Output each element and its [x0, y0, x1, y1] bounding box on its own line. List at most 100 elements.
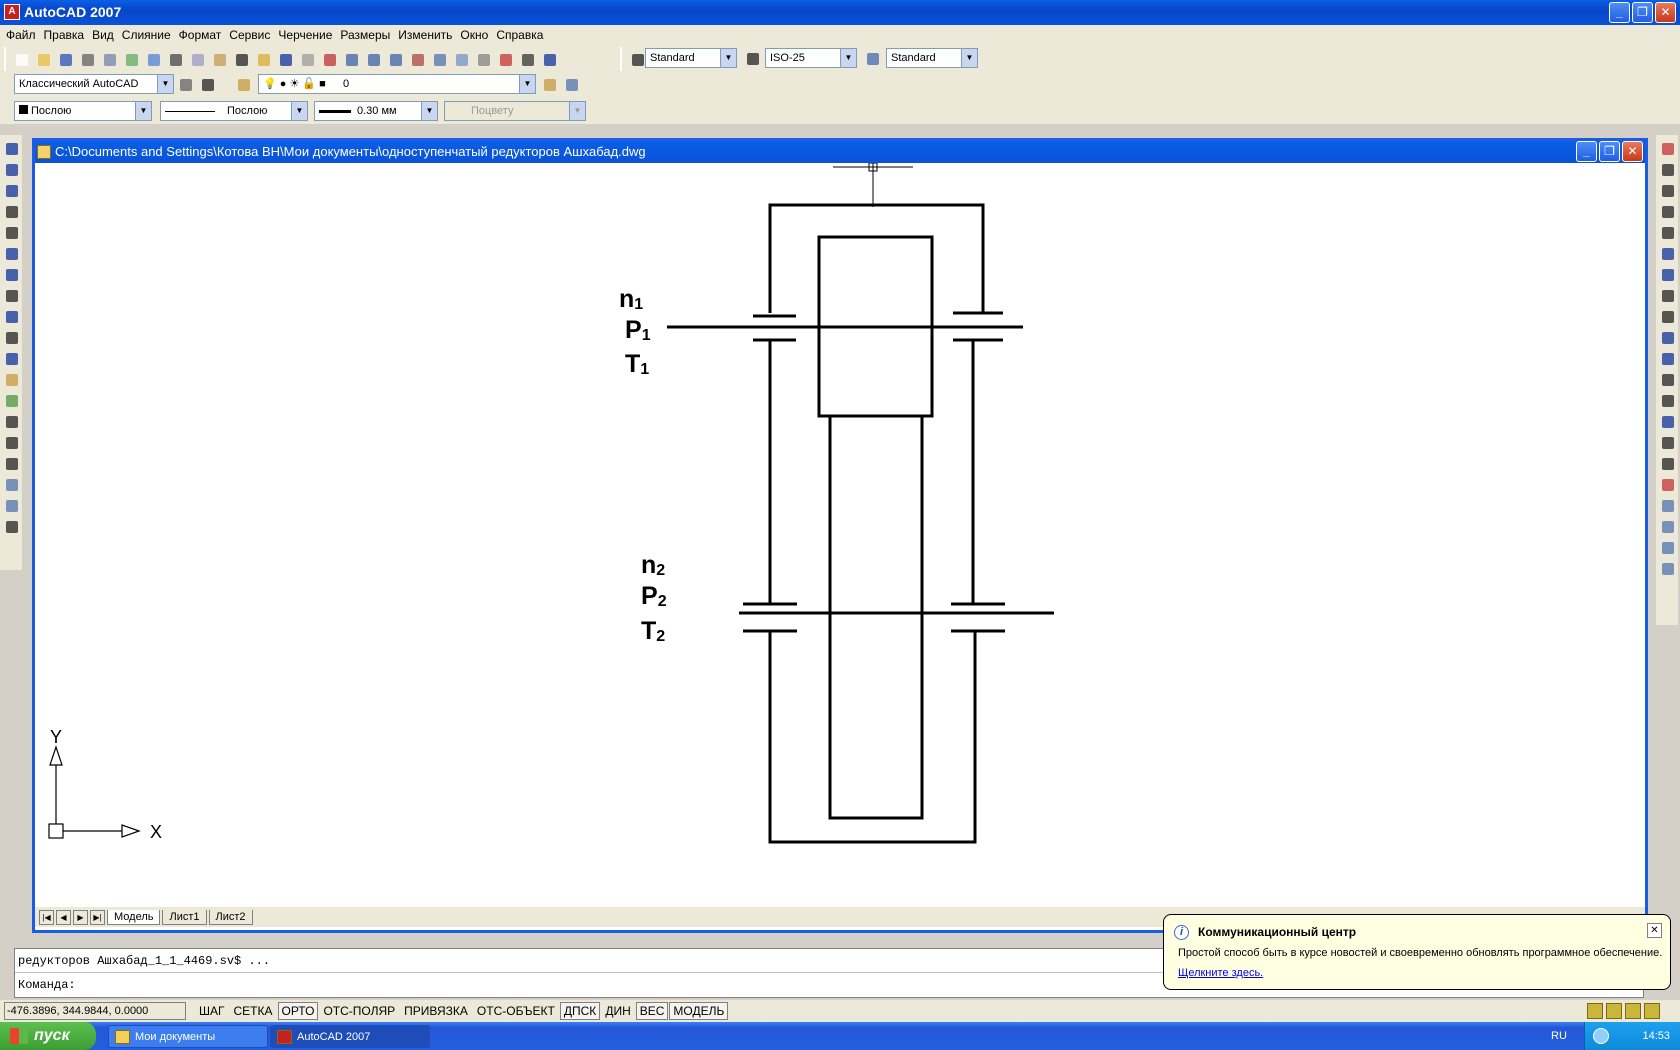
close-button[interactable]: ✕: [1655, 2, 1676, 23]
taskbar-item-autocad[interactable]: AutoCAD 2007: [270, 1025, 430, 1048]
xref-icon[interactable]: [1625, 1003, 1641, 1019]
send-under-icon[interactable]: [1658, 559, 1676, 577]
menu-window[interactable]: Окно: [458, 28, 494, 42]
menu-merge[interactable]: Слияние: [120, 28, 177, 42]
linetype-select[interactable]: Послою ▼: [160, 101, 308, 121]
zoom-realtime-icon[interactable]: [342, 50, 361, 69]
document-icon[interactable]: [37, 145, 51, 159]
drawing-close-button[interactable]: ✕: [1622, 141, 1643, 162]
draw-order-back-icon[interactable]: [1658, 517, 1676, 535]
menu-file[interactable]: Файл: [4, 28, 42, 42]
break-icon[interactable]: [1658, 391, 1676, 409]
tab-model[interactable]: Модель: [107, 909, 161, 925]
sheet-set-icon[interactable]: [474, 50, 493, 69]
ellipse-icon[interactable]: [2, 328, 20, 346]
previous-tab-button[interactable]: ◀: [56, 909, 71, 925]
menu-help[interactable]: Справка: [494, 28, 549, 42]
ortho-toggle[interactable]: ОРТО: [277, 1002, 319, 1020]
array-icon[interactable]: [1658, 223, 1676, 241]
join-icon[interactable]: [1658, 412, 1676, 430]
menu-view[interactable]: Вид: [90, 28, 120, 42]
layer-properties-icon[interactable]: [234, 75, 253, 94]
line-icon[interactable]: [2, 139, 20, 157]
paste-icon[interactable]: [210, 50, 229, 69]
chamfer-icon[interactable]: [1658, 433, 1676, 451]
move-icon[interactable]: [1658, 244, 1676, 262]
publish-icon[interactable]: [122, 50, 141, 69]
draw-order-front-icon[interactable]: [1658, 496, 1676, 514]
print-icon[interactable]: [78, 50, 97, 69]
revision-cloud-icon[interactable]: [2, 286, 20, 304]
arc-icon[interactable]: [2, 244, 20, 262]
minimize-button[interactable]: _: [1609, 2, 1630, 23]
mirror-icon[interactable]: [1658, 181, 1676, 199]
balloon-link[interactable]: Щелкните здесь.: [1178, 967, 1263, 979]
tab-sheet2[interactable]: Лист2: [208, 909, 253, 925]
menu-draw[interactable]: Черчение: [276, 28, 338, 42]
erase-icon[interactable]: [1658, 139, 1676, 157]
first-tab-button[interactable]: |◀: [39, 909, 54, 925]
table-icon[interactable]: [2, 496, 20, 514]
lwt-toggle[interactable]: ВЕС: [635, 1002, 669, 1020]
menu-dimension[interactable]: Размеры: [338, 28, 396, 42]
otrack-toggle[interactable]: ОТС-ОБЪЕКТ: [473, 1002, 559, 1020]
zoom-previous-icon[interactable]: [386, 50, 405, 69]
design-center-icon[interactable]: [430, 50, 449, 69]
menu-modify[interactable]: Изменить: [396, 28, 458, 42]
rectangle-icon[interactable]: [2, 223, 20, 241]
break-at-point-icon[interactable]: [1658, 370, 1676, 388]
bring-above-icon[interactable]: [1658, 538, 1676, 556]
model-toggle[interactable]: МОДЕЛЬ: [669, 1002, 729, 1020]
drawing-minimize-button[interactable]: _: [1576, 141, 1597, 162]
menu-format[interactable]: Формат: [177, 28, 228, 42]
workspace-settings-icon[interactable]: [176, 75, 195, 94]
properties-icon[interactable]: [408, 50, 427, 69]
zoom-window-icon[interactable]: [364, 50, 383, 69]
layer-select[interactable]: 💡 ● ☀ 🔓 ■ 0 ▼: [258, 74, 536, 94]
dyn-toggle[interactable]: ДИН: [601, 1002, 634, 1020]
comm-center-icon[interactable]: [1587, 1003, 1603, 1019]
start-button[interactable]: пуск: [0, 1022, 96, 1050]
workspace-select[interactable]: Классический AutoCAD ▼: [14, 74, 174, 94]
redo-icon[interactable]: [298, 50, 317, 69]
match-properties-icon[interactable]: [232, 50, 251, 69]
extend-icon[interactable]: [1658, 349, 1676, 367]
copy-icon[interactable]: [188, 50, 207, 69]
hatch-icon[interactable]: [2, 433, 20, 451]
grid-toggle[interactable]: СЕТКА: [230, 1002, 277, 1020]
save-icon[interactable]: [56, 50, 75, 69]
trim-icon[interactable]: [1658, 328, 1676, 346]
next-tab-button[interactable]: ▶: [73, 909, 88, 925]
insert-block-icon[interactable]: [2, 370, 20, 388]
network-icon[interactable]: [1593, 1028, 1609, 1044]
polar-toggle[interactable]: ОТС-ПОЛЯР: [319, 1002, 399, 1020]
offset-icon[interactable]: [1658, 202, 1676, 220]
print-preview-icon[interactable]: [100, 50, 119, 69]
rotate-icon[interactable]: [1658, 265, 1676, 283]
layer-previous-icon[interactable]: [562, 75, 581, 94]
color-select[interactable]: Послою ▼: [14, 101, 152, 121]
copy-object-icon[interactable]: [1658, 160, 1676, 178]
block-editor-icon[interactable]: [254, 50, 273, 69]
menu-tools[interactable]: Сервис: [227, 28, 276, 42]
language-indicator[interactable]: RU: [1551, 1022, 1567, 1050]
menu-edit[interactable]: Правка: [42, 28, 91, 42]
lock-icon[interactable]: [1606, 1003, 1622, 1019]
open-file-icon[interactable]: [34, 50, 53, 69]
pan-realtime-icon[interactable]: [320, 50, 339, 69]
ducs-toggle[interactable]: ДПСК: [559, 1002, 601, 1020]
undo-icon[interactable]: [276, 50, 295, 69]
make-layer-current-icon[interactable]: [540, 75, 559, 94]
drawing-restore-button[interactable]: ❐: [1599, 141, 1620, 162]
markup-icon[interactable]: [496, 50, 515, 69]
polyline-icon[interactable]: [2, 181, 20, 199]
scale-icon[interactable]: [1658, 286, 1676, 304]
ellipse-arc-icon[interactable]: [2, 349, 20, 367]
point-icon[interactable]: [2, 412, 20, 430]
workspace-save-icon[interactable]: [198, 75, 217, 94]
fillet-icon[interactable]: [1658, 454, 1676, 472]
make-block-icon[interactable]: [2, 391, 20, 409]
restore-button[interactable]: ❐: [1632, 2, 1653, 23]
stretch-icon[interactable]: [1658, 307, 1676, 325]
table-style-icon[interactable]: [863, 49, 882, 68]
